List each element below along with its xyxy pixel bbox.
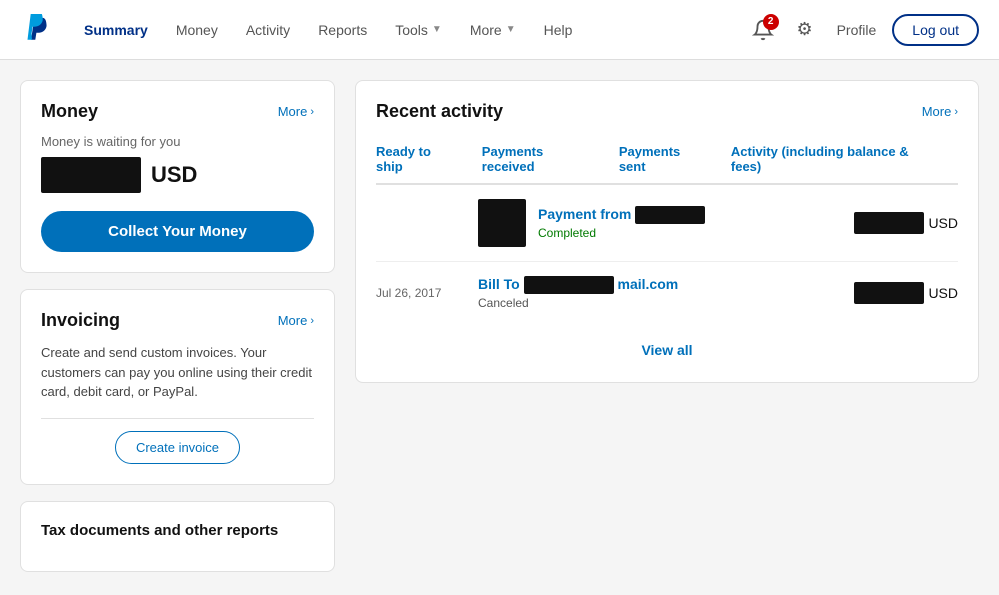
invoicing-card: Invoicing More › Create and send custom …	[20, 289, 335, 485]
view-all-link[interactable]: View all	[641, 342, 692, 358]
money-card: Money More › Money is waiting for you US…	[20, 80, 335, 273]
nav-summary[interactable]: Summary	[70, 0, 162, 60]
profile-link[interactable]: Profile	[831, 22, 883, 38]
activity-more-link[interactable]: More ›	[922, 104, 958, 119]
nav-money[interactable]: Money	[162, 0, 232, 60]
activity-status-2: Canceled	[478, 296, 842, 310]
tax-card-header: Tax documents and other reports	[41, 522, 314, 539]
currency-1: USD	[928, 215, 958, 231]
amount-redacted-2	[854, 282, 924, 304]
invoicing-card-title: Invoicing	[41, 310, 120, 331]
invoicing-description: Create and send custom invoices. Your cu…	[41, 343, 314, 402]
invoice-divider	[41, 418, 314, 419]
activity-date-2: Jul 26, 2017	[376, 286, 466, 300]
view-all-row: View all	[376, 324, 958, 362]
nav-help[interactable]: Help	[530, 0, 587, 60]
money-card-header: Money More ›	[41, 101, 314, 122]
activity-status-1: Completed	[538, 226, 842, 240]
create-invoice-button[interactable]: Create invoice	[115, 431, 240, 464]
activity-rows: Payment from Completed USD Jul 26, 2017	[376, 185, 958, 324]
activity-info-1: Payment from Completed	[538, 206, 842, 240]
currency-2: USD	[928, 285, 958, 301]
activity-header: Recent activity More ›	[376, 101, 958, 122]
activity-more-arrow-icon: ›	[954, 106, 958, 118]
money-more-arrow-icon: ›	[310, 106, 314, 118]
recent-activity-card: Recent activity More › Ready to ship Pay…	[355, 80, 979, 383]
money-currency: USD	[151, 162, 197, 188]
activity-amount-1: USD	[854, 212, 958, 234]
nav-right: 2 ⚙ Profile Log out	[747, 14, 979, 46]
tab-ready-to-ship[interactable]: Ready to ship	[376, 136, 458, 185]
money-amount-row: USD	[41, 157, 314, 193]
nav-tools[interactable]: Tools▼	[381, 0, 456, 60]
nav-more[interactable]: More▼	[456, 0, 530, 60]
settings-gear-icon[interactable]: ⚙	[789, 14, 821, 46]
nav-reports[interactable]: Reports	[304, 0, 381, 60]
table-row: Jul 26, 2017 Bill To mail.com Canceled U…	[376, 262, 958, 324]
main-content: Money More › Money is waiting for you US…	[0, 60, 999, 592]
tax-card-title: Tax documents and other reports	[41, 522, 278, 539]
table-row: Payment from Completed USD	[376, 185, 958, 262]
collect-money-button[interactable]: Collect Your Money	[41, 211, 314, 252]
logout-button[interactable]: Log out	[892, 14, 979, 46]
invoicing-more-arrow-icon: ›	[310, 315, 314, 327]
tab-payments-sent[interactable]: Payments sent	[619, 136, 707, 185]
activity-info-2: Bill To mail.com Canceled	[478, 276, 842, 310]
invoicing-more-link[interactable]: More ›	[278, 313, 314, 328]
activity-amount-2: USD	[854, 282, 958, 304]
paypal-logo[interactable]	[20, 14, 52, 46]
email-redacted-2	[524, 276, 614, 294]
money-more-link[interactable]: More ›	[278, 104, 314, 119]
money-card-title: Money	[41, 101, 98, 122]
activity-title: Recent activity	[376, 101, 503, 122]
right-column: Recent activity More › Ready to ship Pay…	[355, 80, 979, 572]
money-amount-redacted	[41, 157, 141, 193]
notification-badge: 2	[763, 14, 779, 30]
activity-name-2[interactable]: Bill To mail.com	[478, 276, 842, 294]
money-subtitle: Money is waiting for you	[41, 134, 314, 149]
tab-activity-balance[interactable]: Activity (including balance & fees)	[731, 136, 934, 185]
invoicing-card-header: Invoicing More ›	[41, 310, 314, 331]
nav-activity[interactable]: Activity	[232, 0, 304, 60]
name-redacted-1	[635, 206, 705, 224]
nav-links: Summary Money Activity Reports Tools▼ Mo…	[70, 0, 747, 60]
tab-payments-received[interactable]: Payments received	[482, 136, 595, 185]
amount-redacted-1	[854, 212, 924, 234]
tax-card: Tax documents and other reports	[20, 501, 335, 572]
notifications-bell[interactable]: 2	[747, 14, 779, 46]
navbar: Summary Money Activity Reports Tools▼ Mo…	[0, 0, 999, 60]
activity-name-1[interactable]: Payment from	[538, 206, 842, 224]
avatar	[478, 199, 526, 247]
activity-tabs: Ready to ship Payments received Payments…	[376, 136, 958, 185]
left-column: Money More › Money is waiting for you US…	[20, 80, 335, 572]
